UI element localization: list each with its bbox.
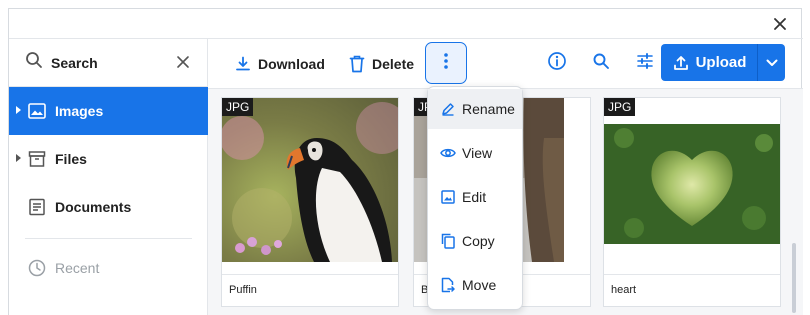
delete-label: Delete [372,56,415,72]
download-button[interactable]: Download [234,48,325,80]
upload-split-button: Upload [661,44,785,81]
context-menu: Rename View Edit Copy Move [427,86,523,310]
download-icon [234,55,252,73]
card-divider [604,274,780,275]
file-type-badge: JPG [604,98,636,116]
menu-item-rename[interactable]: Rename [428,89,522,129]
eye-icon [440,145,456,161]
upload-label: Upload [695,54,747,71]
copy-icon [440,233,456,249]
menu-item-edit[interactable]: Edit [428,177,522,217]
sidebar-item-label: Recent [55,260,100,276]
menu-item-label: Rename [462,101,515,117]
file-name: heart [611,284,637,296]
file-type-badge: JPG [222,98,254,116]
sidebar-search[interactable]: Search [9,39,208,87]
trash-icon [348,55,366,73]
sidebar-divider [25,238,192,239]
menu-item-copy[interactable]: Copy [428,221,522,261]
window-title-bar [9,9,803,39]
pencil-icon [440,101,456,117]
sidebar-item-images[interactable]: Images [9,87,208,135]
info-icon [547,51,567,76]
sidebar-item-files[interactable]: Files [9,135,208,183]
menu-item-label: View [462,145,493,161]
menu-item-view[interactable]: View [428,133,522,173]
download-label: Download [258,56,325,72]
more-actions-button[interactable] [425,42,467,84]
file-name: Puffin [229,284,257,296]
sidebar: Search Images Files Documents Recent [9,39,208,315]
document-icon [27,197,47,217]
search-label: Search [51,54,98,71]
image-edit-icon [440,189,456,205]
card-divider [222,274,398,275]
search-button[interactable] [590,52,612,74]
sidebar-item-label: Files [55,151,87,167]
search-icon [25,51,43,74]
clock-icon [27,258,47,278]
heart-thumbnail [604,98,780,262]
search-icon [592,52,610,75]
chevron-down-icon [766,54,778,72]
sidebar-item-label: Documents [55,199,132,215]
upload-button[interactable]: Upload [661,44,758,81]
clear-search-icon[interactable] [176,55,192,71]
move-file-icon [440,277,456,293]
expand-caret-icon[interactable] [16,106,21,114]
upload-icon [672,54,690,72]
close-icon[interactable] [771,15,789,33]
file-card-heart[interactable]: JPG heart [603,97,781,307]
filter-button[interactable] [634,52,656,74]
menu-item-label: Move [462,277,497,293]
menu-item-move[interactable]: Move [428,265,522,305]
info-button[interactable] [546,51,568,76]
file-card-puffin[interactable]: JPG Puffin [221,97,399,307]
toolbar: Download Delete Upload [208,39,803,89]
grid-scrollbar[interactable] [792,243,796,313]
upload-options-button[interactable] [758,44,785,81]
file-manager-window: Search Images Files Documents Recent Dow… [8,8,803,315]
sidebar-item-documents[interactable]: Documents [9,183,208,231]
archive-icon [27,149,47,169]
expand-caret-icon[interactable] [16,154,21,162]
more-vertical-icon [443,52,449,75]
delete-button[interactable]: Delete [348,48,414,80]
puffin-thumbnail [222,98,398,262]
sliders-icon [636,52,654,75]
menu-item-label: Edit [462,189,487,205]
sidebar-item-recent[interactable]: Recent [9,244,208,292]
sidebar-item-label: Images [55,103,104,119]
menu-item-label: Copy [462,233,495,249]
image-icon [27,101,47,121]
